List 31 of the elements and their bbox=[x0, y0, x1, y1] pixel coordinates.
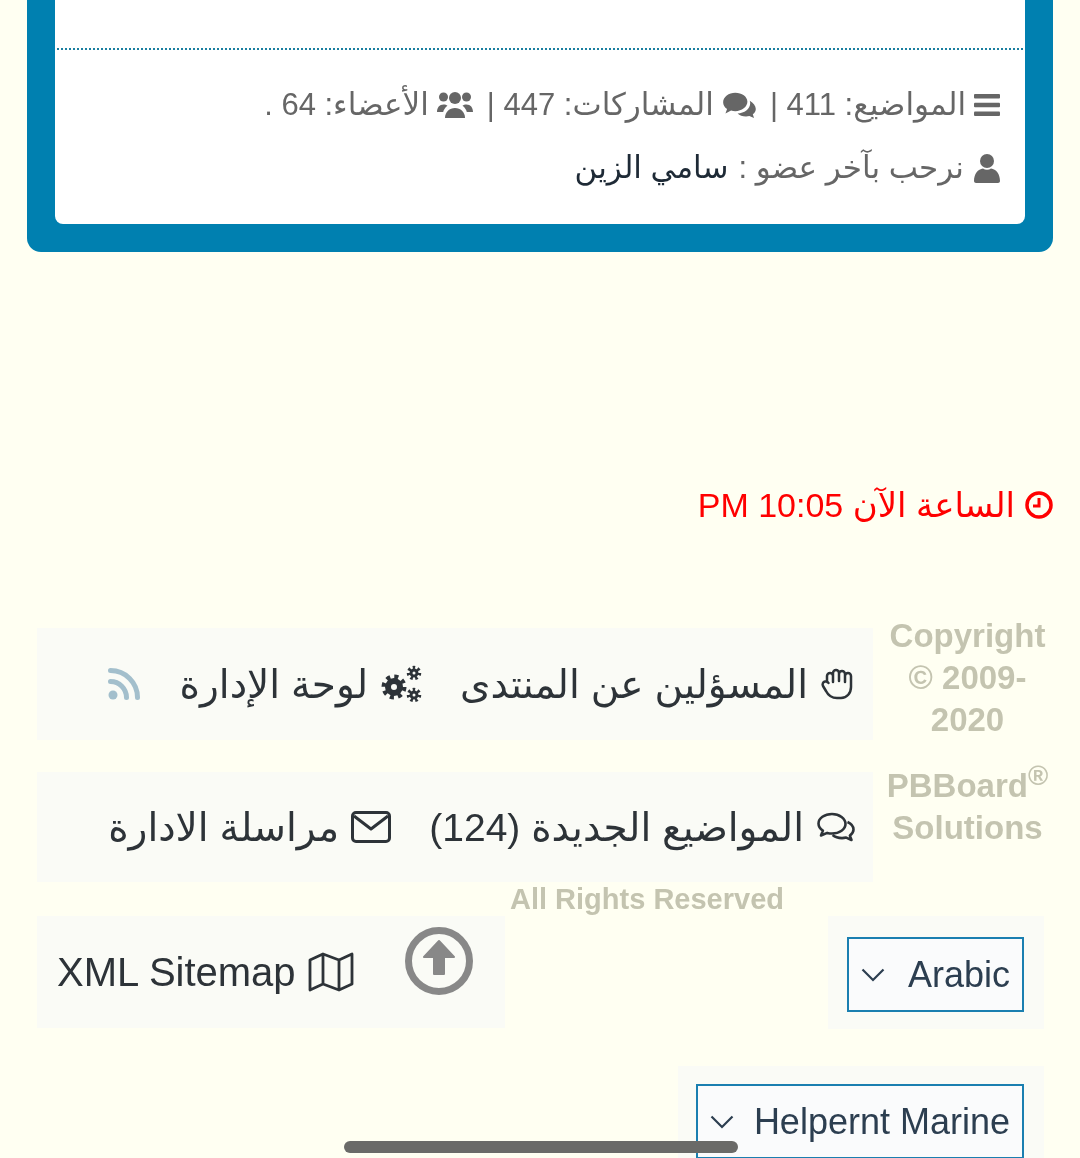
member-name-link[interactable]: سامي الزين bbox=[574, 146, 729, 190]
sitemap-link[interactable]: XML Sitemap bbox=[57, 949, 354, 995]
footer-link[interactable]: المواضيع الجديدة (124) bbox=[429, 804, 856, 850]
footer-link[interactable]: المسؤلين عن المنتدى bbox=[460, 661, 856, 707]
forum-stat: الأعضاء: 64 . bbox=[264, 84, 429, 124]
forum-stat: المواضيع: 411 | bbox=[769, 86, 966, 125]
current-time: الساعة الآن 10:05 PM bbox=[697, 485, 1015, 525]
envelope-icon bbox=[351, 811, 392, 843]
member-greeting: نرحب بآخر عضو : bbox=[738, 148, 964, 188]
chevron-down-icon bbox=[710, 1114, 734, 1129]
footer-link[interactable]: مراسلة الادارة bbox=[108, 804, 392, 850]
forum-stat: المشاركات: 447 | bbox=[486, 86, 714, 125]
language-select[interactable]: Arabic bbox=[847, 937, 1024, 1012]
list-icon bbox=[974, 94, 1000, 116]
comments-icon bbox=[816, 811, 856, 843]
chevron-down-icon bbox=[861, 967, 885, 982]
gears-icon bbox=[380, 665, 422, 703]
user-icon bbox=[974, 153, 1000, 183]
arrow-up-circle-icon bbox=[405, 927, 473, 995]
map-icon bbox=[307, 952, 354, 992]
comments-icon bbox=[721, 91, 756, 119]
back-to-top-button[interactable] bbox=[405, 927, 473, 995]
footer-link[interactable]: لوحة الإدارة bbox=[179, 661, 422, 707]
rss-icon bbox=[107, 668, 142, 700]
rss-feed-link[interactable] bbox=[107, 668, 142, 700]
style-select[interactable]: Helpernt Marine bbox=[696, 1084, 1024, 1158]
clock-icon bbox=[1025, 491, 1053, 519]
copyright-brand: PBBoard$^{®}$ Solutions bbox=[885, 759, 1050, 848]
copyright-notice: Copyright © 2009-2020 bbox=[888, 616, 1047, 740]
rights-notice: All Rights Reserved bbox=[510, 882, 784, 916]
users-icon bbox=[436, 90, 473, 120]
